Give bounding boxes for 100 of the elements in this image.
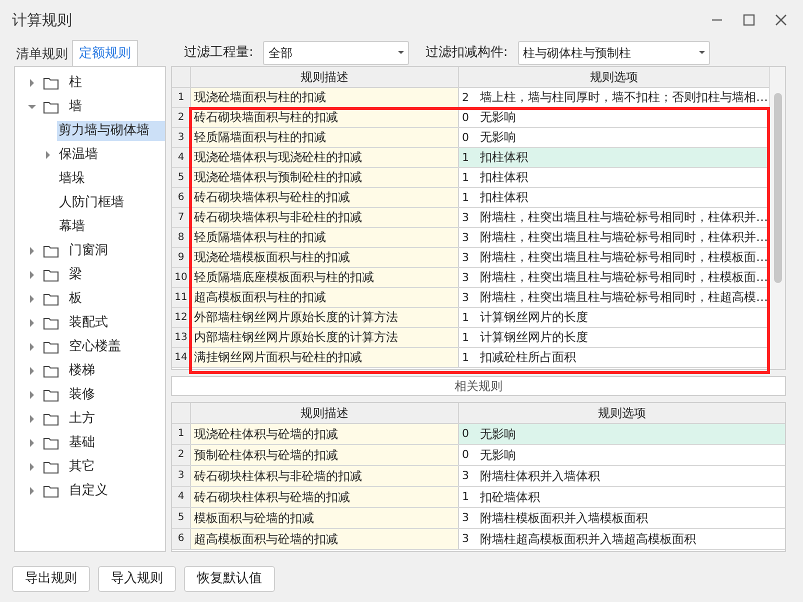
option-code: 0 xyxy=(462,130,470,146)
related-rules-bar[interactable]: 相关规则 xyxy=(171,376,786,396)
option-code: 0 xyxy=(462,110,470,126)
table-cell: 砖石砌块墙体积与非砼柱的扣减 xyxy=(191,208,459,227)
table-cell: 模板面积与砼墙的扣减 xyxy=(191,508,459,528)
table-cell: 现浇砼墙体积与现浇砼柱的扣减 xyxy=(191,148,459,167)
table-cell: 轻质隔墙面积与柱的扣减 xyxy=(191,128,459,147)
option-text: 附墙柱模板面积并入墙模板面积 xyxy=(480,510,648,527)
column-header[interactable]: 规则描述 xyxy=(191,403,459,423)
column-header[interactable]: 规则描述 xyxy=(191,67,459,87)
table-cell: 现浇砼柱体积与砼墙的扣减 xyxy=(191,424,459,444)
action-button[interactable]: 恢复默认值 xyxy=(184,566,275,592)
expand-caret-icon[interactable] xyxy=(30,247,34,255)
window-title: 计算规则 xyxy=(12,10,72,31)
row-number: 6 xyxy=(172,529,191,549)
filter-label: 过滤扣减构件: xyxy=(425,44,508,62)
table-cell: 轻质隔墙体积与柱的扣减 xyxy=(191,228,459,247)
expand-caret-icon[interactable] xyxy=(30,295,34,303)
option-code: 3 xyxy=(462,210,470,226)
tree-item[interactable]: 楼梯 xyxy=(67,361,97,381)
row-number: 4 xyxy=(172,487,191,507)
tab[interactable]: 清单规则 xyxy=(12,44,72,66)
column-header[interactable]: 规则选项 xyxy=(459,67,769,87)
tree-item[interactable]: 装修 xyxy=(67,385,97,405)
filter-label: 过滤工程量: xyxy=(184,44,254,62)
expand-caret-icon[interactable] xyxy=(30,463,34,471)
tree-item[interactable]: 梁 xyxy=(67,265,84,285)
action-button[interactable]: 导入规则 xyxy=(98,566,176,592)
tree-item[interactable]: 保温墙 xyxy=(57,145,100,165)
tree-item[interactable]: 基础 xyxy=(67,433,97,453)
column-header[interactable]: 规则选项 xyxy=(459,403,785,423)
expand-caret-icon[interactable] xyxy=(30,439,34,447)
tree-item[interactable]: 剪力墙与砌体墙 xyxy=(56,121,165,141)
tree-item[interactable]: 墙 xyxy=(67,97,84,117)
option-text: 扣柱体积 xyxy=(480,189,528,206)
option-text: 附墙柱，柱突出墙且柱与墙砼标号相同时，柱超高模… xyxy=(480,289,768,306)
table-cell: 砖石砌块柱体积与砼墙的扣减 xyxy=(191,487,459,507)
option-code: 1 xyxy=(462,170,470,186)
option-code: 1 xyxy=(462,150,470,166)
option-code: 3 xyxy=(462,531,470,547)
tab[interactable]: 定额规则 xyxy=(72,40,138,66)
tree-item[interactable]: 门窗洞 xyxy=(67,241,110,261)
expand-caret-icon[interactable] xyxy=(30,79,34,87)
option-code: 0 xyxy=(462,447,470,463)
tree-item[interactable]: 墙垛 xyxy=(57,169,87,189)
option-text: 计算钢丝网片的长度 xyxy=(480,309,588,326)
close-icon[interactable] xyxy=(775,14,787,26)
table-cell: 超高模板面积与砼墙的扣减 xyxy=(191,529,459,549)
expand-caret-icon[interactable] xyxy=(30,487,34,495)
collapse-caret-icon[interactable] xyxy=(28,105,36,109)
expand-caret-icon[interactable] xyxy=(30,343,34,351)
maximize-icon[interactable] xyxy=(743,14,755,26)
option-code: 1 xyxy=(462,489,470,505)
option-code: 1 xyxy=(462,190,470,206)
option-text: 无影响 xyxy=(480,426,516,443)
option-code: 1 xyxy=(462,350,470,366)
option-text: 附墙柱，柱突出墙且柱与墙砼标号相同时，柱模板面… xyxy=(480,269,768,286)
table-cell: 轻质隔墙底座模板面积与柱的扣减 xyxy=(191,268,459,287)
action-button[interactable]: 导出规则 xyxy=(12,566,90,592)
option-code: 3 xyxy=(462,290,470,306)
option-cell[interactable]: 1 扣柱体积 xyxy=(459,148,769,167)
option-code: 3 xyxy=(462,270,470,286)
expand-caret-icon[interactable] xyxy=(30,391,34,399)
option-text: 附墙柱体积并入墙体积 xyxy=(480,468,600,485)
option-code: 2 xyxy=(462,90,470,106)
option-code: 3 xyxy=(462,230,470,246)
tree-item[interactable]: 装配式 xyxy=(67,313,110,333)
option-text: 无影响 xyxy=(480,447,516,464)
filter-dropdown[interactable]: 柱与砌体柱与预制柱 xyxy=(518,40,710,64)
option-code: 1 xyxy=(462,310,470,326)
tree-item[interactable]: 板 xyxy=(67,289,84,309)
tree-item[interactable]: 人防门框墙 xyxy=(57,193,126,213)
option-text: 附墙柱，柱突出墙且柱与墙砼标号相同时，柱体积并… xyxy=(480,209,768,226)
table-cell: 超高模板面积与柱的扣减 xyxy=(191,288,459,307)
tree-item[interactable]: 空心楼盖 xyxy=(67,337,123,357)
row-number: 3 xyxy=(172,466,191,486)
option-code: 3 xyxy=(462,468,470,484)
option-text: 附墙柱，柱突出墙且柱与墙砼标号相同时，柱体积并… xyxy=(480,229,768,246)
dropdown-caret-icon xyxy=(698,51,705,54)
option-code: 3 xyxy=(462,510,470,526)
expand-caret-icon[interactable] xyxy=(30,319,34,327)
scrollbar-thumb[interactable] xyxy=(774,93,782,283)
tree-item[interactable]: 柱 xyxy=(67,73,84,93)
filter-dropdown[interactable]: 全部 xyxy=(263,40,410,64)
option-text: 扣减砼柱所占面积 xyxy=(480,349,576,366)
row-number: 2 xyxy=(172,445,191,465)
expand-caret-icon[interactable] xyxy=(46,151,50,159)
expand-caret-icon[interactable] xyxy=(30,271,34,279)
table-cell: 现浇砼墙面积与柱的扣减 xyxy=(191,88,459,107)
expand-caret-icon[interactable] xyxy=(30,367,34,375)
option-code: 1 xyxy=(462,330,470,346)
option-text: 计算钢丝网片的长度 xyxy=(480,329,588,346)
tree-item[interactable]: 土方 xyxy=(67,409,97,429)
dropdown-caret-icon xyxy=(398,51,404,54)
table-cell: 砖石砌块墙体积与砼柱的扣减 xyxy=(191,188,459,207)
tree-item[interactable]: 自定义 xyxy=(67,481,110,501)
option-cell[interactable]: 0 无影响 xyxy=(459,424,785,444)
tree-item[interactable]: 幕墙 xyxy=(57,217,87,237)
tree-item[interactable]: 其它 xyxy=(67,457,97,477)
expand-caret-icon[interactable] xyxy=(30,415,34,423)
